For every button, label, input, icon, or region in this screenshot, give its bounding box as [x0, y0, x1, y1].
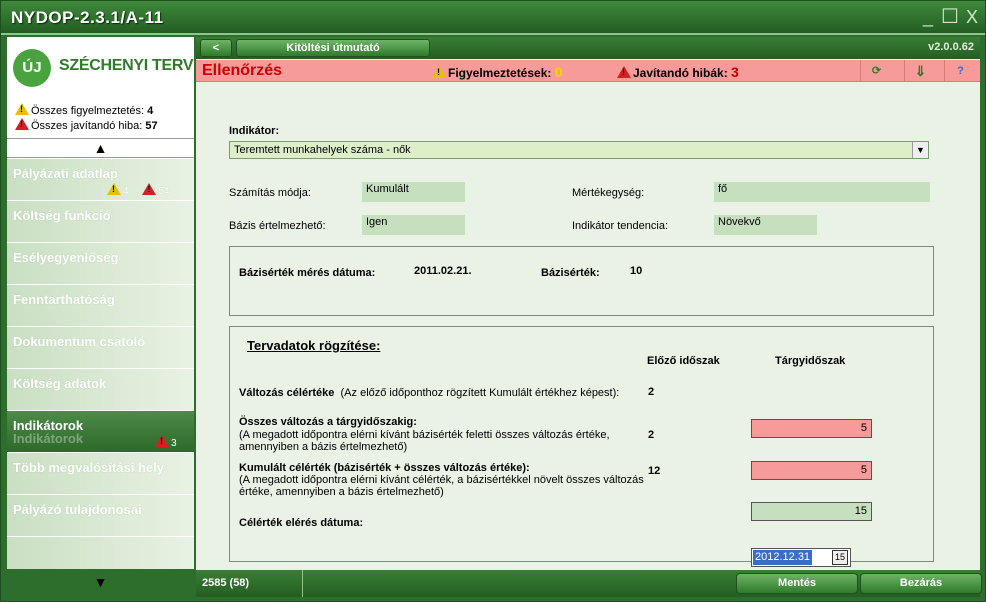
row1-target-input[interactable]: 5 — [751, 419, 872, 438]
row1-prev: 2 — [648, 386, 655, 398]
sidebar: ÚJ SZÉCHENYI TERV ! Összes figyelmeztetés… — [7, 37, 194, 597]
calendar-icon[interactable]: 15 — [832, 550, 848, 565]
version-label: v2.0.0.62 — [928, 41, 974, 53]
trend-field: Növekvő — [714, 215, 817, 235]
help-icon[interactable]: ? — [944, 60, 976, 82]
scroll-down-button[interactable]: ▼ — [7, 569, 194, 597]
error-summary: ! Összes figyelmeztetés: 4 ! Összes javíta… — [7, 99, 194, 139]
close-button[interactable]: Bezárás — [860, 573, 982, 594]
row2-note2: amennyiben a bázis értelmezhető) — [239, 441, 408, 453]
error-icon: ! — [15, 118, 29, 130]
check-title: Ellenőrzés — [202, 62, 283, 79]
logo-mark: ÚJ — [13, 49, 51, 87]
nav-list: Pályázati adatlap ! 4 ! 54 Költség funkció… — [7, 159, 194, 569]
errors-indicator[interactable]: ! Javítandó hibák: 3 — [617, 64, 739, 80]
indicator-form: Indikátor: Teremtett munkahelyek száma -… — [196, 82, 980, 570]
base-date-label: Bázisérték mérés dátuma: — [239, 267, 376, 279]
sidebar-item-indikatorok[interactable]: Indikátorok Indikátorok ! 3 — [7, 411, 194, 453]
sidebar-item-tobb-megvalositasi-hely[interactable]: Több megvalósítási hely — [7, 453, 194, 495]
plan-box: Tervadatok rögzítése: Előző időszak Tárg… — [229, 326, 934, 562]
warnings-summary: ! Összes figyelmeztetés: 4 — [15, 103, 194, 118]
sidebar-item-koltseg-adatok[interactable]: Költség adatok — [7, 369, 194, 411]
row3-title: Kumulált célérték (bázisérték + összes v… — [239, 462, 530, 474]
close-icon[interactable]: X — [963, 8, 981, 27]
minimize-icon[interactable]: _ — [919, 8, 937, 27]
logo-text: SZÉCHENYI TERV — [59, 57, 194, 74]
row1-label: Változás célértéke (Az előző időponthoz … — [239, 387, 620, 399]
sidebar-item-dokumentum-csatolo[interactable]: Dokumentum csatoló — [7, 327, 194, 369]
down-arrow-icon[interactable]: ⇓ — [904, 60, 936, 82]
base-field: Igen — [362, 215, 465, 235]
status-text: 2585 (58) — [202, 577, 250, 589]
plan-title: Tervadatok rögzítése: — [247, 338, 381, 353]
base-value: 10 — [630, 265, 643, 277]
row3-note1: (A megadott időpontra elérni kívánt célé… — [239, 474, 644, 486]
warning-icon: ! — [432, 66, 446, 78]
help-button[interactable]: Kitöltési útmutató — [236, 39, 430, 57]
row2-title: Összes változás a tárgyidőszakig: — [239, 416, 417, 428]
save-button[interactable]: Mentés — [736, 573, 858, 594]
refresh-icon[interactable]: ⟳ — [860, 60, 892, 82]
indicator-label: Indikátor: — [229, 125, 280, 137]
warning-icon: ! — [15, 103, 29, 115]
warnings-indicator[interactable]: ! Figyelmeztetések: 0 — [432, 64, 563, 80]
sidebar-item-koltseg-funkcio[interactable]: Költség funkció — [7, 201, 194, 243]
szechenyi-logo: ÚJ SZÉCHENYI TERV — [7, 37, 194, 99]
sidebar-item-fenntarthatosag[interactable]: Fenntarthatóság — [7, 285, 194, 327]
error-icon: ! — [155, 435, 169, 447]
toolbar: < Kitöltési útmutató v2.0.0.62 — [196, 37, 980, 59]
col-prev-header: Előző időszak — [647, 355, 720, 367]
window-title: NYDOP-2.3.1/A-11 — [11, 8, 164, 27]
status-bar: 2585 (58) Mentés Bezárás — [196, 570, 982, 597]
status-divider — [302, 570, 303, 597]
row3-target-input[interactable]: 15 — [751, 502, 872, 521]
title-bar: NYDOP-2.3.1/A-11 _ ☐ X — [1, 1, 985, 35]
calc-label: Számítás módja: — [229, 187, 311, 199]
chevron-down-icon[interactable]: ▼ — [912, 142, 928, 158]
row2-target-input[interactable]: 5 — [751, 461, 872, 480]
back-button[interactable]: < — [200, 39, 232, 57]
base-box: Bázisérték mérés dátuma: 2011.02.21. Báz… — [229, 246, 934, 316]
indicator-select[interactable]: Teremtett munkahelyek száma - nők ▼ — [229, 141, 929, 159]
sidebar-item-eselyegyenloseg[interactable]: Esélyegyenlőség — [7, 243, 194, 285]
base-value-label: Bázisérték: — [541, 267, 600, 279]
date-label: Célérték elérés dátuma: — [239, 517, 364, 529]
error-icon: ! — [142, 183, 157, 195]
calc-field: Kumulált — [362, 182, 465, 202]
sidebar-item-palyazo-tulajdonosai[interactable]: Pályázó tulajdonosai — [7, 495, 194, 537]
row2-note1: (A megadott időpontra elérni kívánt bázi… — [239, 429, 610, 441]
base-label: Bázis értelmezhető: — [229, 220, 326, 232]
col-target-header: Tárgyidőszak — [775, 355, 846, 367]
main-panel: < Kitöltési útmutató v2.0.0.62 Ellenőrzé… — [196, 37, 982, 597]
target-date-value[interactable]: 2012.12.31 — [753, 550, 813, 565]
unit-field: fő — [714, 182, 930, 202]
errors-summary: ! Összes javítandó hiba: 57 — [15, 118, 194, 133]
sidebar-item-palyazati-adatlap[interactable]: Pályázati adatlap ! 4 ! 54 — [7, 159, 194, 201]
error-icon: ! — [617, 66, 631, 78]
target-date-picker[interactable]: 2012.12.31 15 — [751, 548, 851, 567]
application-window: NYDOP-2.3.1/A-11 _ ☐ X ÚJ SZÉCHENYI TERV… — [0, 0, 986, 602]
scroll-up-button[interactable]: ▲ — [7, 138, 194, 158]
unit-label: Mértékegység: — [572, 187, 645, 199]
item-badges: ! 4 ! 54 — [107, 183, 170, 197]
base-date-value: 2011.02.21. — [414, 265, 472, 277]
row2-prev: 2 — [648, 429, 655, 441]
maximize-icon[interactable]: ☐ — [941, 7, 959, 27]
trend-label: Indikátor tendencia: — [572, 220, 669, 232]
row3-note2: értéke, amennyiben a bázis értelmezhető) — [239, 486, 444, 498]
item-badges: ! 3 — [155, 435, 177, 449]
warning-icon: ! — [107, 183, 121, 195]
check-bar: Ellenőrzés ! Figyelmeztetések: 0 ! Javítan… — [196, 60, 980, 82]
row3-prev: 12 — [648, 465, 661, 477]
